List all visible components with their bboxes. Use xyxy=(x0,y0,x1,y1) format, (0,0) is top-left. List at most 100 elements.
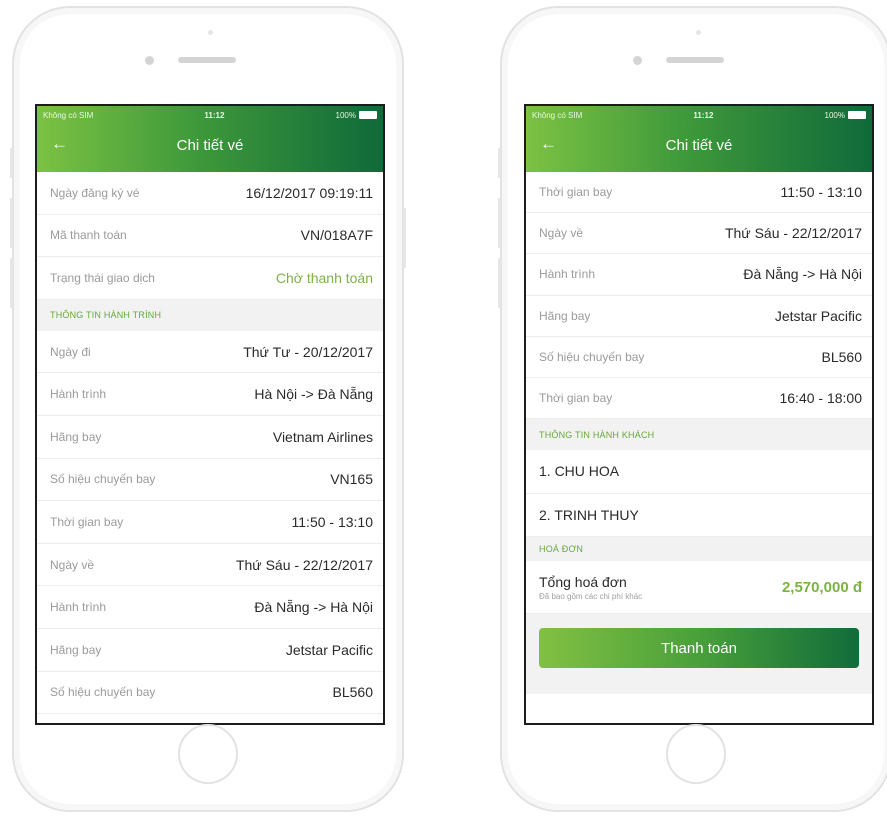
detail-row-return-route: Hành trình Đà Nẵng -> Hà Nội xyxy=(526,254,872,296)
row-value: 16:40 - 18:00 xyxy=(779,390,862,407)
detail-row-airline: Hãng bay Vietnam Airlines xyxy=(37,416,383,459)
row-label: Mã thanh toán xyxy=(50,228,127,243)
app-header: Không có SIM 11:12 100% ← Chi tiết vé xyxy=(37,106,383,172)
status-bar: Không có SIM 11:12 100% xyxy=(526,106,872,124)
detail-row-return-date: Ngày về Thứ Sáu - 22/12/2017 xyxy=(37,544,383,587)
detail-row-transaction-status: Trạng thái giao dịch Chờ thanh toán xyxy=(37,257,383,300)
phone-right: Không có SIM 11:12 100% ← Chi tiết vé Th… xyxy=(498,6,887,812)
section-trip-info: THÔNG TIN HÀNH TRÌNH xyxy=(37,299,383,331)
phone-left: Không có SIM 11:12 100% ← Chi tiết vé Ng… xyxy=(10,6,406,812)
detail-row-flight-time: Thời gian bay 11:50 - 13:10 xyxy=(526,172,872,214)
passenger-row: 1. CHU HOA xyxy=(526,450,872,494)
volume-up-button xyxy=(498,198,501,248)
clock: 11:12 xyxy=(693,110,714,120)
row-label: Số hiệu chuyến bay xyxy=(50,472,156,487)
detail-row-return-airline: Hãng bay Jetstar Pacific xyxy=(526,296,872,337)
mute-switch xyxy=(498,148,501,178)
detail-row-return-airline: Hãng bay Jetstar Pacific xyxy=(37,629,383,672)
row-label: Hãng bay xyxy=(50,429,102,444)
row-value: Thứ Sáu - 22/12/2017 xyxy=(724,225,862,242)
row-label: Hãng bay xyxy=(50,642,102,657)
row-label: Hành trình xyxy=(50,600,107,615)
payment-footer: Thanh toán xyxy=(526,614,872,695)
mute-switch xyxy=(10,148,13,178)
app-header: Không có SIM 11:12 100% ← Chi tiết vé xyxy=(526,106,872,172)
row-label: Ngày đăng ký vé xyxy=(50,185,140,200)
screen-right: Không có SIM 11:12 100% ← Chi tiết vé Th… xyxy=(524,104,874,725)
trip-details-list: Thời gian bay 11:50 - 13:10 Ngày về Thứ … xyxy=(526,172,872,420)
row-label: Số hiệu chuyến bay xyxy=(50,685,156,700)
invoice-total-label-group: Tổng hoá đơn Đã bao gồm các chi phí khác xyxy=(539,574,642,601)
battery-icon xyxy=(359,111,377,120)
row-value: Hà Nội -> Đà Nẵng xyxy=(254,386,373,403)
invoice-total-label: Tổng hoá đơn xyxy=(539,573,627,590)
row-value: BL560 xyxy=(821,348,862,365)
battery-indicator: 100% xyxy=(825,111,866,120)
section-invoice: HOÁ ĐƠN xyxy=(526,537,872,562)
battery-percent: 100% xyxy=(824,110,845,120)
detail-row-return-flight-number: Số hiệu chuyến bay BL560 xyxy=(526,337,872,378)
camera xyxy=(633,56,642,65)
speaker xyxy=(178,57,236,63)
row-value: Jetstar Pacific xyxy=(774,307,862,324)
detail-row-return-flight-time: Thời gian bay 16:40 - 18:00 xyxy=(526,378,872,420)
row-value: Vietnam Airlines xyxy=(272,428,373,445)
row-label: Ngày đi xyxy=(50,344,91,359)
sensor-dot xyxy=(208,30,213,35)
status-bar: Không có SIM 11:12 100% xyxy=(37,106,383,124)
volume-down-button xyxy=(10,258,13,308)
row-value: BL560 xyxy=(332,684,373,701)
carrier-label: Không có SIM xyxy=(43,110,94,120)
page-title: Chi tiết vé xyxy=(665,136,733,154)
clock: 11:12 xyxy=(204,110,225,120)
detail-row-flight-time: Thời gian bay 11:50 - 13:10 xyxy=(37,501,383,544)
volume-up-button xyxy=(10,198,13,248)
battery-percent: 100% xyxy=(335,110,356,120)
row-value: Đà Nẵng -> Hà Nội xyxy=(743,266,862,283)
row-label: Ngày về xyxy=(50,557,95,572)
detail-row-departure-date: Ngày đi Thứ Tư - 20/12/2017 xyxy=(37,331,383,374)
row-label: Hãng bay xyxy=(539,308,591,323)
row-value: 11:50 - 13:10 xyxy=(780,184,862,201)
row-value: 16/12/2017 09:19:11 xyxy=(245,184,373,201)
passenger-row: 2. TRINH THUY xyxy=(526,494,872,538)
row-value: Thứ Sáu - 22/12/2017 xyxy=(235,556,373,573)
back-arrow-icon[interactable]: ← xyxy=(540,134,557,154)
nav-bar: ← Chi tiết vé xyxy=(37,124,383,166)
sensor-dot xyxy=(696,30,701,35)
row-label: Hành trình xyxy=(539,267,596,282)
row-label: Thời gian bay xyxy=(50,514,124,529)
row-label: Trạng thái giao dịch xyxy=(50,270,155,285)
row-label: Số hiệu chuyến bay xyxy=(539,349,645,364)
status-value: Chờ thanh toán xyxy=(275,269,373,286)
nav-bar: ← Chi tiết vé xyxy=(526,124,872,166)
row-label: Ngày về xyxy=(539,226,584,241)
home-button[interactable] xyxy=(178,724,238,784)
speaker xyxy=(666,57,724,63)
invoice-total-value: 2,570,000 đ xyxy=(781,578,862,596)
row-value: VN/018A7F xyxy=(300,227,373,244)
section-passenger-info: THÔNG TIN HÀNH KHÁCH xyxy=(526,419,872,451)
row-value: Jetstar Pacific xyxy=(285,641,373,658)
row-value: VN165 xyxy=(330,471,373,488)
battery-indicator: 100% xyxy=(336,111,377,120)
carrier-label: Không có SIM xyxy=(532,110,583,120)
row-label: Thời gian bay xyxy=(539,185,613,200)
home-button[interactable] xyxy=(666,724,726,784)
page-title: Chi tiết vé xyxy=(176,136,244,154)
detail-row-return-date: Ngày về Thứ Sáu - 22/12/2017 xyxy=(526,213,872,255)
detail-row-return-flight-number: Số hiệu chuyến bay BL560 xyxy=(37,672,383,715)
pay-button[interactable]: Thanh toán xyxy=(539,628,859,669)
detail-row-return-route: Hành trình Đà Nẵng -> Hà Nội xyxy=(37,586,383,629)
volume-down-button xyxy=(498,258,501,308)
detail-row-register-date: Ngày đăng ký vé 16/12/2017 09:19:11 xyxy=(37,172,383,215)
row-label: Hành trình xyxy=(50,387,107,402)
detail-row-flight-number: Số hiệu chuyến bay VN165 xyxy=(37,459,383,502)
row-value: Đà Nẵng -> Hà Nội xyxy=(254,599,373,616)
detail-row-payment-code: Mã thanh toán VN/018A7F xyxy=(37,215,383,258)
row-label: Thời gian bay xyxy=(539,391,613,406)
back-arrow-icon[interactable]: ← xyxy=(51,134,68,154)
battery-icon xyxy=(848,111,866,120)
invoice-total-note: Đã bao gồm các chi phí khác xyxy=(539,591,643,601)
camera xyxy=(145,56,154,65)
